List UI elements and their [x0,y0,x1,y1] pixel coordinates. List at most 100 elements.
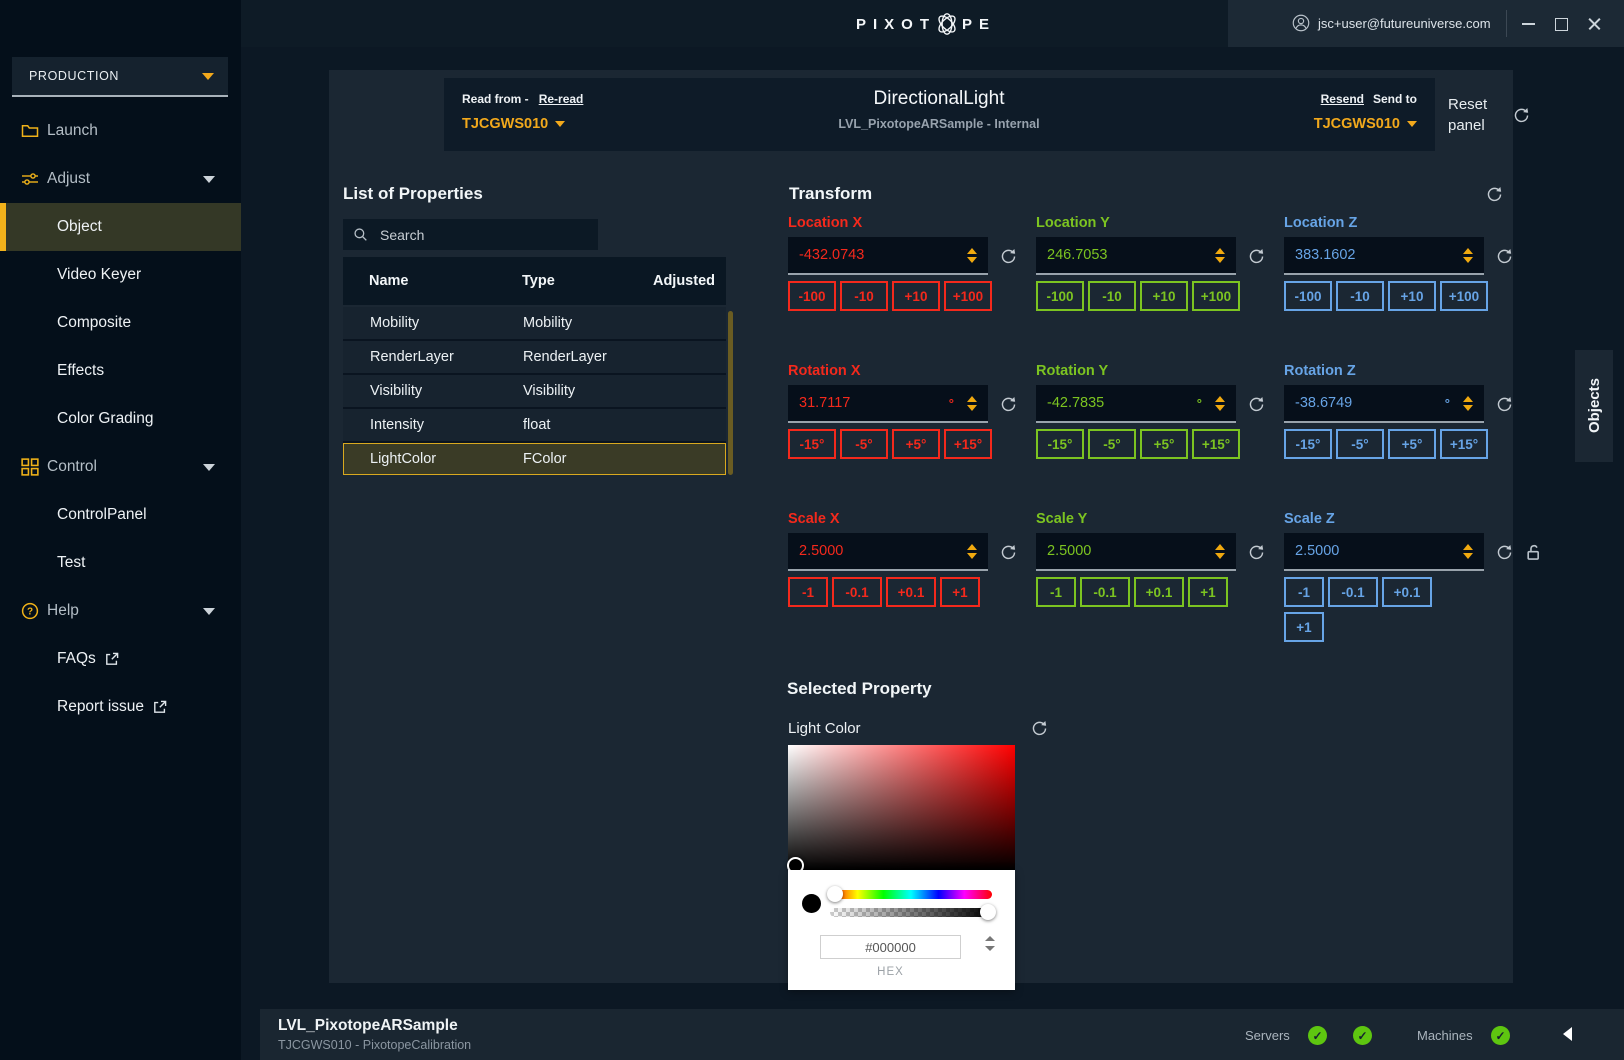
send-to-machine-dropdown[interactable]: TJCGWS010 [1314,116,1417,132]
nudge-button[interactable]: -100 [788,281,836,311]
scale-y-input[interactable]: 2.5000 [1036,533,1236,571]
nudge-button[interactable]: +15° [1192,429,1240,459]
table-row-visibility[interactable]: Visibility Visibility [343,375,726,407]
read-from-machine-dropdown[interactable]: TJCGWS010 [462,116,583,132]
nudge-button[interactable]: +0.1 [1382,577,1432,607]
location-x-input[interactable]: -432.0743 [788,237,988,275]
server-status-ok-icon[interactable] [1308,1026,1327,1045]
nudge-button[interactable]: -10 [1088,281,1136,311]
nudge-button[interactable]: -1 [788,577,828,607]
user-account[interactable]: jsc+user@futureuniverse.com [1292,14,1491,32]
nudge-button[interactable]: -1 [1036,577,1076,607]
nudge-button[interactable]: +100 [1192,281,1240,311]
saturation-area[interactable] [787,745,1015,874]
lock-open-icon[interactable] [1525,544,1542,561]
collapse-left-icon[interactable] [1556,1027,1572,1041]
sidebar-item-effects[interactable]: Effects [0,347,241,395]
hue-handle[interactable] [827,886,843,902]
table-row-lightcolor-selected[interactable]: LightColor FColor [343,443,726,475]
stepper-icon[interactable] [967,247,977,263]
nudge-button[interactable]: +10 [1140,281,1188,311]
nudge-button[interactable]: +100 [1440,281,1488,311]
nudge-button[interactable]: +0.1 [1134,577,1184,607]
table-row-intensity[interactable]: Intensity float [343,409,726,441]
sidebar-item-report-issue[interactable]: Report issue [0,683,241,731]
refresh-icon[interactable] [1496,248,1513,265]
stepper-icon[interactable] [1215,543,1225,559]
hex-color-input[interactable] [820,935,961,959]
location-z-input[interactable]: 383.1602 [1284,237,1484,275]
stepper-icon[interactable] [967,543,977,559]
nudge-button[interactable]: +15° [944,429,992,459]
nudge-button[interactable]: +1 [940,577,980,607]
refresh-icon[interactable] [1248,248,1265,265]
nudge-button[interactable]: +10 [1388,281,1436,311]
window-close-button[interactable] [1583,13,1605,35]
nudge-button[interactable]: +5° [892,429,940,459]
sidebar-item-composite[interactable]: Composite [0,299,241,347]
property-search[interactable] [343,219,598,250]
production-mode-dropdown[interactable]: PRODUCTION [12,57,228,97]
rotation-y-input[interactable]: -42.7835 ° [1036,385,1236,423]
sidebar-item-faqs[interactable]: FAQs [0,635,241,683]
nudge-button[interactable]: -15° [788,429,836,459]
table-row-mobility[interactable]: Mobility Mobility [343,307,726,339]
nudge-button[interactable]: +10 [892,281,940,311]
nudge-button[interactable]: -15° [1036,429,1084,459]
refresh-icon[interactable] [1248,544,1265,561]
machine-status-ok-icon[interactable] [1491,1026,1510,1045]
reread-link[interactable]: Re-read [539,92,584,106]
nudge-button[interactable]: +0.1 [886,577,936,607]
sidebar-item-test[interactable]: Test [0,539,241,587]
window-minimize-button[interactable] [1517,13,1539,35]
sidebar-item-video-keyer[interactable]: Video Keyer [0,251,241,299]
sidebar-item-color-grading[interactable]: Color Grading [0,395,241,443]
nudge-button[interactable]: -5° [1336,429,1384,459]
nudge-button[interactable]: +5° [1140,429,1188,459]
nudge-button[interactable]: +5° [1388,429,1436,459]
nudge-button[interactable]: -0.1 [832,577,882,607]
hue-slider[interactable] [827,886,992,902]
nudge-button[interactable]: -100 [1036,281,1084,311]
nudge-button[interactable]: +100 [944,281,992,311]
hex-mode-stepper[interactable] [985,936,995,951]
stepper-icon[interactable] [1463,395,1473,411]
rotation-x-input[interactable]: 31.7117 ° [788,385,988,423]
table-row-renderlayer[interactable]: RenderLayer RenderLayer [343,341,726,373]
server-status-ok-icon[interactable] [1353,1026,1372,1045]
refresh-icon[interactable] [1031,720,1048,737]
objects-side-tab[interactable]: Objects [1575,350,1613,462]
nudge-button[interactable]: -5° [840,429,888,459]
nudge-button[interactable]: -100 [1284,281,1332,311]
nudge-button[interactable]: +15° [1440,429,1488,459]
nudge-button[interactable]: +1 [1284,612,1324,642]
refresh-icon[interactable] [1248,396,1265,413]
refresh-icon[interactable] [1486,186,1503,203]
search-input[interactable] [378,225,588,244]
nudge-button[interactable]: -0.1 [1328,577,1378,607]
nudge-button[interactable]: -15° [1284,429,1332,459]
nudge-button[interactable]: +1 [1188,577,1228,607]
stepper-icon[interactable] [967,395,977,411]
nudge-button[interactable]: -10 [840,281,888,311]
refresh-icon[interactable] [1496,396,1513,413]
sidebar-item-controlpanel[interactable]: ControlPanel [0,491,241,539]
sidebar-item-launch[interactable]: Launch [0,107,241,155]
reset-panel-button[interactable]: Reset panel [1448,94,1530,136]
sidebar-item-help[interactable]: Help [0,587,241,635]
location-y-input[interactable]: 246.7053 [1036,237,1236,275]
alpha-handle[interactable] [980,904,996,920]
sidebar-item-object[interactable]: Object [0,203,241,251]
nudge-button[interactable]: -1 [1284,577,1324,607]
sidebar-item-adjust[interactable]: Adjust [0,155,241,203]
alpha-slider[interactable] [830,904,996,920]
nudge-button[interactable]: -0.1 [1080,577,1130,607]
stepper-icon[interactable] [1463,247,1473,263]
refresh-icon[interactable] [1000,248,1017,265]
table-scrollbar[interactable] [728,311,733,475]
refresh-icon[interactable] [1000,396,1017,413]
resend-link[interactable]: Resend [1321,92,1364,106]
nudge-button[interactable]: -5° [1088,429,1136,459]
stepper-icon[interactable] [1215,247,1225,263]
scale-z-input[interactable]: 2.5000 [1284,533,1484,571]
